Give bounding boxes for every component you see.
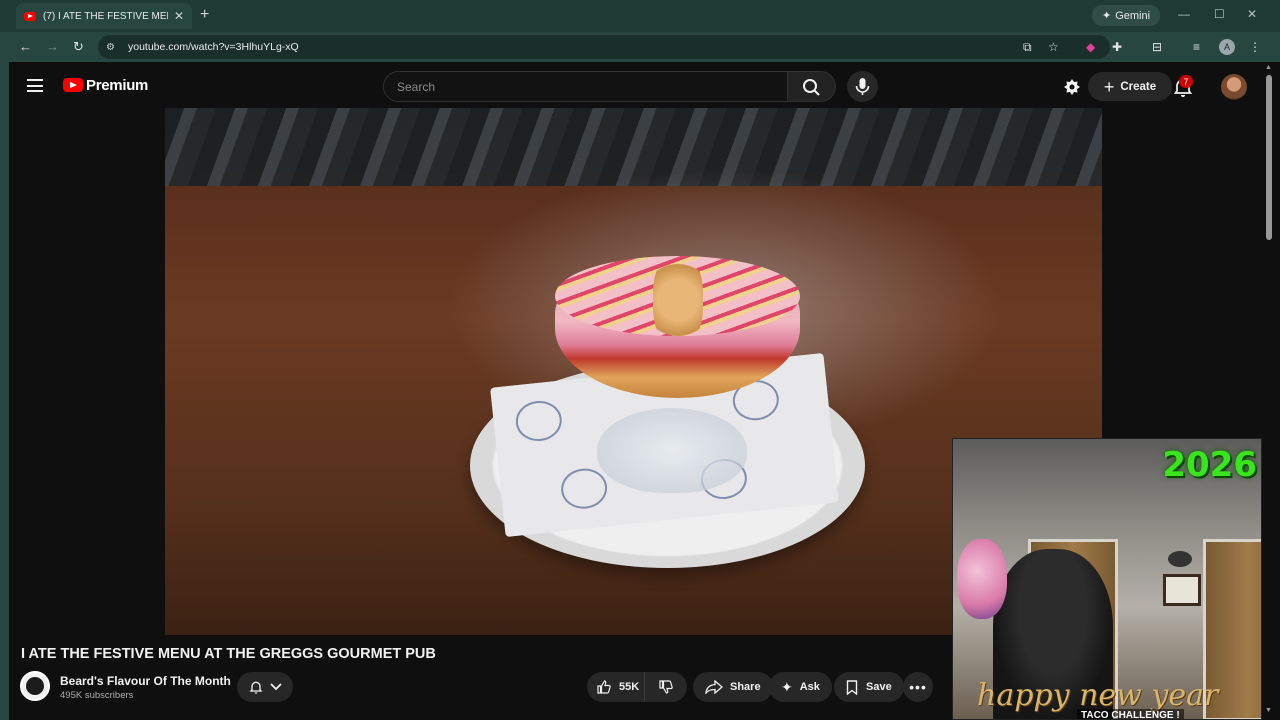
address-bar[interactable]: ⚙ youtube.com/watch?v=3HlhuYLg-xQ <box>98 35 1110 59</box>
scrollbar-thumb[interactable] <box>1266 75 1272 240</box>
browser-tab-active[interactable]: (7) I ATE THE FESTIVE MENU AT ✕ <box>16 3 192 29</box>
subscriber-count: 495K subscribers <box>60 690 134 701</box>
sparkle-icon: ✦ <box>781 678 793 695</box>
youtube-logo-icon[interactable] <box>63 78 83 92</box>
scroll-up-icon[interactable]: ▲ <box>1265 64 1272 71</box>
more-actions-button[interactable]: ••• <box>903 672 933 702</box>
like-count: 55K <box>619 681 640 693</box>
channel-avatar[interactable] <box>20 671 50 701</box>
gemini-sparkle-icon: ✦ <box>1102 10 1112 22</box>
address-url: youtube.com/watch?v=3HlhuYLg-xQ <box>128 41 299 53</box>
window-left-edge <box>0 62 9 720</box>
browser-tabstrip: (7) I ATE THE FESTIVE MENU AT ✕ + ✦ Gemi… <box>0 0 1280 32</box>
channel-name[interactable]: Beard's Flavour Of The Month <box>60 674 231 688</box>
overlay-year: 2026 <box>1162 445 1257 485</box>
menu-icon[interactable] <box>27 79 43 92</box>
scroll-down-icon[interactable]: ▼ <box>1265 707 1272 714</box>
install-app-icon[interactable]: ⧉ <box>1023 40 1032 55</box>
chevron-down-icon <box>270 683 282 691</box>
like-button[interactable]: 55K <box>587 672 645 702</box>
extension-icon[interactable]: ◆ <box>1086 40 1095 54</box>
search-button[interactable] <box>788 71 836 102</box>
bell-icon <box>249 681 263 694</box>
like-dislike-group: 55K <box>587 672 687 702</box>
plus-icon: + <box>1103 76 1115 97</box>
ask-button[interactable]: ✦ Ask <box>769 672 832 702</box>
share-arrow-icon <box>705 680 723 694</box>
notification-count-badge: 7 <box>1179 75 1193 88</box>
search-icon <box>803 79 820 96</box>
share-button[interactable]: Share <box>693 672 773 702</box>
reload-icon[interactable]: ↻ <box>73 39 84 55</box>
gemini-label: Gemini <box>1115 9 1151 22</box>
thumbs-up-icon <box>597 680 611 694</box>
microphone-icon <box>855 78 870 95</box>
overlay-picture-frame <box>1163 574 1201 606</box>
bookmark-icon <box>846 679 858 695</box>
webcam-overlay: 2026 happy new year TACO CHALLENGE ! <box>952 438 1262 720</box>
window-close-icon[interactable]: ✕ <box>1247 7 1257 21</box>
browser-profile-avatar[interactable]: A <box>1219 39 1235 55</box>
tab-close-icon[interactable]: ✕ <box>174 9 184 23</box>
video-title: I ATE THE FESTIVE MENU AT THE GREGGS GOU… <box>21 646 436 662</box>
share-label: Share <box>730 681 761 693</box>
overlay-greeting: happy new year <box>977 678 1219 713</box>
studio-gear-icon[interactable] <box>1062 77 1082 97</box>
overlay-wall-clock <box>1168 551 1192 567</box>
media-controls-icon[interactable]: ≡ <box>1193 40 1200 54</box>
youtube-masthead: Premium Search + Create <box>9 62 1263 110</box>
forward-icon[interactable]: → <box>46 39 59 54</box>
napkin-logo <box>513 398 564 444</box>
video-scene-glass-stem <box>597 408 747 493</box>
maximize-icon[interactable]: ☐ <box>1214 7 1225 21</box>
napkin-logo <box>559 466 610 511</box>
youtube-favicon-icon <box>24 11 36 21</box>
search-input[interactable]: Search <box>383 71 788 102</box>
tab-search-icon[interactable]: ⊟ <box>1152 40 1162 54</box>
ask-label: Ask <box>799 681 820 693</box>
more-dots-icon: ••• <box>909 679 927 695</box>
gemini-button[interactable]: ✦ Gemini <box>1092 5 1161 26</box>
new-tab-button[interactable]: + <box>200 6 209 24</box>
browser-toolbar: ← → ↻ ⚙ youtube.com/watch?v=3HlhuYLg-xQ … <box>0 32 1280 62</box>
youtube-brand[interactable]: Premium <box>86 77 148 94</box>
back-icon[interactable]: ← <box>19 39 32 54</box>
bookmark-star-icon[interactable]: ☆ <box>1048 40 1059 54</box>
subscribed-notifications-button[interactable] <box>237 672 293 702</box>
site-info-icon[interactable]: ⚙ <box>106 42 122 53</box>
minimize-icon[interactable]: — <box>1178 7 1190 21</box>
account-avatar[interactable] <box>1221 74 1247 100</box>
dislike-button[interactable] <box>645 679 687 695</box>
thumbs-down-icon <box>659 680 673 694</box>
tab-title: (7) I ATE THE FESTIVE MENU AT <box>43 10 168 22</box>
save-label: Save <box>866 681 892 693</box>
video-scene-crumble <box>653 256 703 344</box>
extensions-puzzle-icon[interactable]: ✚ <box>1112 40 1122 54</box>
save-button[interactable]: Save <box>834 672 904 702</box>
voice-search-button[interactable] <box>847 71 878 102</box>
overlay-ticker: TACO CHALLENGE ! <box>1077 709 1184 719</box>
browser-menu-icon[interactable]: ⋮ <box>1249 40 1261 54</box>
create-button[interactable]: + Create <box>1088 72 1172 101</box>
overlay-plush-toy <box>957 539 1007 619</box>
create-label: Create <box>1120 80 1157 93</box>
